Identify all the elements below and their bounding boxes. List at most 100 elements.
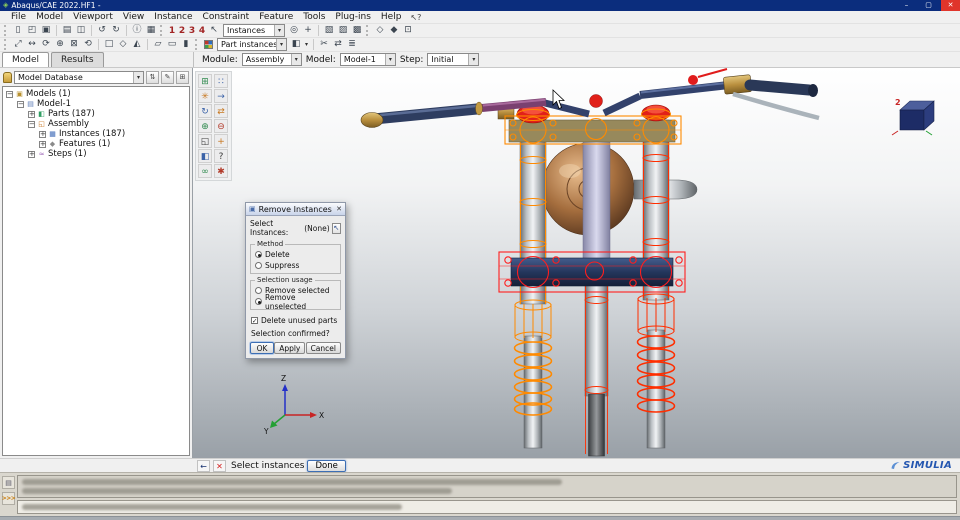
database-combo[interactable]: Model Database ▾	[14, 70, 144, 84]
previous-step-button[interactable]: ←	[197, 459, 210, 472]
chevron-down-icon[interactable]: ▾	[303, 38, 310, 51]
create-instance-icon[interactable]: ⊞	[198, 74, 212, 88]
menu-model[interactable]: Model	[31, 11, 68, 24]
color-code-swatch-icon[interactable]	[204, 40, 213, 49]
collapse-icon[interactable]: −	[28, 120, 35, 128]
options-menu-icon[interactable]: ≣	[345, 38, 359, 51]
box-zoom-icon[interactable]: ⊠	[67, 38, 81, 51]
undo-icon[interactable]: ↺	[95, 24, 109, 37]
cut-instances-icon[interactable]: ⊖	[214, 119, 228, 133]
delete-unused-parts-checkbox[interactable]: ✓ Delete unused parts	[246, 312, 345, 325]
view-cube[interactable]: 2	[891, 98, 935, 136]
radio-delete-control[interactable]	[255, 251, 262, 258]
viewport-3-button[interactable]: 3	[187, 25, 197, 37]
maximize-button[interactable]: ▢	[919, 0, 938, 11]
open-database-icon[interactable]: ◰	[25, 24, 39, 37]
zoom-view-icon[interactable]: ⊕	[53, 38, 67, 51]
ok-button[interactable]: OK	[250, 342, 274, 354]
display-group-replace-icon[interactable]: ▩	[350, 24, 364, 37]
tree-item-features[interactable]: + ◆ Features (1)	[3, 139, 189, 149]
menu-tools[interactable]: Tools	[298, 11, 330, 24]
menu-instance[interactable]: Instance	[149, 11, 197, 24]
selection-pointer-icon[interactable]: ↖	[207, 24, 221, 37]
pick-in-viewport-button[interactable]: ↖	[331, 222, 341, 234]
wireframe-render-icon[interactable]: ▱	[151, 38, 165, 51]
viewport-canvas[interactable]: Z X Y 2 ⊞ ∷ ✳ → ↻ ⇄ ⊕ ⊖ ◱ + ◧ ? ∞ ✱ ▣ Re…	[193, 68, 960, 458]
tab-model[interactable]: Model	[2, 52, 50, 67]
menu-plugins[interactable]: Plug-ins	[330, 11, 376, 24]
tree-pin-button[interactable]: ⊞	[176, 70, 189, 84]
cycle-views-icon[interactable]: ⟲	[81, 38, 95, 51]
tree-item-model-1[interactable]: − ▤ Model-1	[3, 99, 189, 109]
merge-instances-icon[interactable]: ⊕	[198, 119, 212, 133]
perspective-icon[interactable]: ◭	[130, 38, 144, 51]
search-icon[interactable]: ◎	[287, 24, 301, 37]
toolbar-grip[interactable]	[4, 39, 8, 50]
capture-view-icon[interactable]: ◫	[74, 24, 88, 37]
apply-button[interactable]: Apply	[274, 342, 306, 354]
tab-results[interactable]: Results	[51, 52, 104, 67]
tree-sort-button[interactable]: ⇅	[146, 70, 159, 84]
fit-view-icon[interactable]: ⤢	[11, 38, 25, 51]
replace-instance-icon[interactable]: ⇄	[214, 104, 228, 118]
menu-help[interactable]: Help	[376, 11, 407, 24]
tree-item-models[interactable]: − ▣ Models (1)	[3, 89, 189, 99]
tree-item-instances[interactable]: + ▦ Instances (187)	[3, 129, 189, 139]
radial-pattern-icon[interactable]: ✳	[198, 89, 212, 103]
datum-tools-icon[interactable]: +	[214, 134, 228, 148]
shaded-render-icon[interactable]: ▮	[179, 38, 193, 51]
menu-view[interactable]: View	[118, 11, 149, 24]
collapse-icon[interactable]: −	[6, 90, 13, 98]
manager-icon[interactable]: ▦	[144, 24, 158, 37]
menu-viewport[interactable]: Viewport	[68, 11, 118, 24]
model-combo[interactable]: Model-1 ▾	[339, 53, 396, 66]
dialog-close-icon[interactable]: ✕	[336, 205, 342, 213]
radio-remove-unselected[interactable]: Remove unselected	[255, 293, 336, 311]
bounding-box-icon[interactable]: ◱	[198, 134, 212, 148]
message-area[interactable]	[17, 475, 957, 498]
toolbar-grip[interactable]	[160, 25, 164, 36]
close-button[interactable]: ✕	[941, 0, 960, 11]
radio-suppress-control[interactable]	[255, 262, 262, 269]
done-button[interactable]: Done	[307, 459, 346, 472]
rotate-instance-icon[interactable]: ↻	[198, 104, 212, 118]
special-tools-icon[interactable]: ✱	[214, 164, 228, 178]
display-group-remove-icon[interactable]: ▨	[336, 24, 350, 37]
message-area-tab[interactable]: ▤	[2, 476, 15, 489]
tree-edit-button[interactable]: ✎	[161, 70, 174, 84]
iso-view-icon[interactable]: ◇	[116, 38, 130, 51]
tree-item-parts[interactable]: + ◧ Parts (187)	[3, 109, 189, 119]
radio-remove-selected-control[interactable]	[255, 287, 262, 294]
step-combo[interactable]: Initial ▾	[427, 53, 480, 66]
checkbox-control[interactable]: ✓	[251, 316, 258, 324]
viewport-4-button[interactable]: 4	[197, 25, 207, 37]
minimize-button[interactable]: –	[897, 0, 916, 11]
expand-icon[interactable]: +	[28, 110, 35, 118]
color-code-combo[interactable]: Part instances ▾	[217, 38, 287, 51]
display-group-create-icon[interactable]: ▧	[322, 24, 336, 37]
probe-values-icon[interactable]: +	[301, 24, 315, 37]
print-icon[interactable]: ▤	[60, 24, 74, 37]
menu-constraint[interactable]: Constraint	[198, 11, 255, 24]
radio-remove-unselected-control[interactable]	[255, 298, 262, 305]
front-view-icon[interactable]: □	[102, 38, 116, 51]
expand-icon[interactable]: +	[28, 150, 35, 158]
views-toolbox-icon[interactable]: ◇	[373, 24, 387, 37]
partition-icon[interactable]: ◧	[198, 149, 212, 163]
kernel-cli-tab[interactable]: >>>	[2, 492, 16, 505]
toolbar-grip[interactable]	[195, 39, 199, 50]
query-info-icon[interactable]: ⓘ	[130, 24, 144, 37]
color-fill-icon[interactable]: ◧	[289, 38, 303, 51]
collapse-icon[interactable]: −	[17, 100, 24, 108]
cancel-procedure-button[interactable]: ✕	[213, 459, 226, 472]
redo-icon[interactable]: ↻	[109, 24, 123, 37]
tree-item-assembly[interactable]: − ◱ Assembly	[3, 119, 189, 129]
viewport-1-button[interactable]: 1	[167, 25, 177, 37]
tree-item-steps[interactable]: + ≈ Steps (1)	[3, 149, 189, 159]
command-line-area[interactable]	[17, 500, 957, 514]
viewport-2-button[interactable]: 2	[177, 25, 187, 37]
new-model-icon[interactable]: ▯	[11, 24, 25, 37]
hiddenline-render-icon[interactable]: ▭	[165, 38, 179, 51]
render-options-icon[interactable]: ◆	[387, 24, 401, 37]
menu-file[interactable]: File	[6, 11, 31, 24]
